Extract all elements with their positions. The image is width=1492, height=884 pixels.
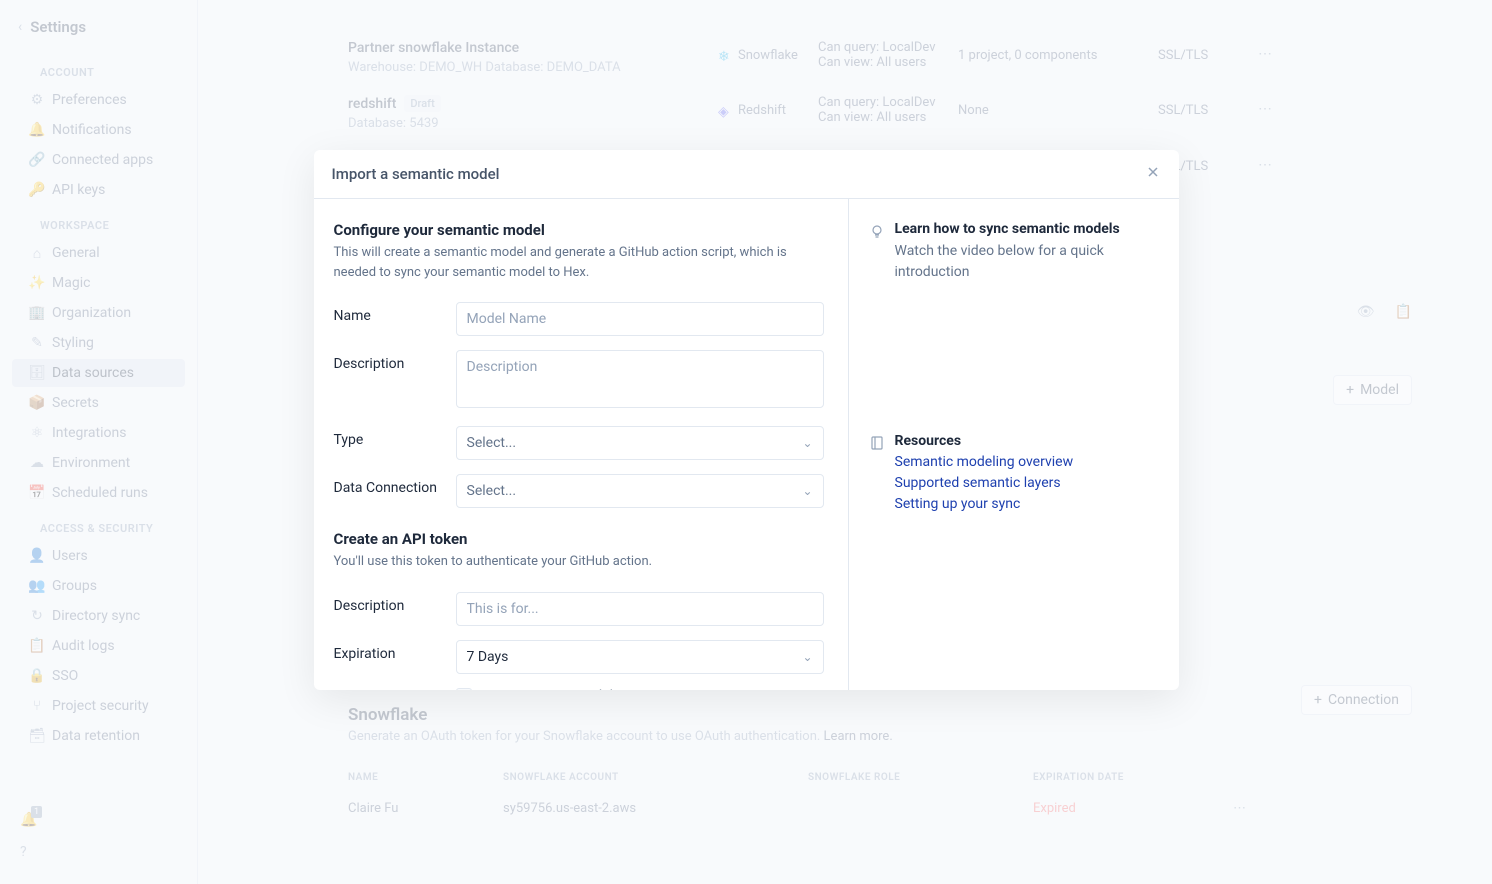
expiration-label: Expiration bbox=[334, 640, 456, 662]
name-input[interactable] bbox=[456, 302, 824, 336]
expiration-select[interactable]: 7 Days ⌄ bbox=[456, 640, 824, 674]
chevron-down-icon: ⌄ bbox=[802, 484, 812, 498]
close-icon[interactable] bbox=[1145, 164, 1161, 184]
token-description-label: Description bbox=[334, 592, 456, 614]
data-connection-label: Data Connection bbox=[334, 474, 456, 496]
api-scope-label: API Scope bbox=[334, 688, 456, 691]
configure-desc: This will create a semantic model and ge… bbox=[334, 243, 824, 282]
api-heading: Create an API token bbox=[334, 530, 824, 548]
resource-link-sync[interactable]: Setting up your sync bbox=[895, 496, 1074, 512]
resources-title: Resources bbox=[895, 433, 1074, 449]
data-connection-select[interactable]: Select... ⌄ bbox=[456, 474, 824, 508]
token-description-input[interactable] bbox=[456, 592, 824, 626]
select-value: Select... bbox=[467, 483, 517, 499]
name-label: Name bbox=[334, 302, 456, 324]
description-input[interactable] bbox=[456, 350, 824, 408]
modal-title: Import a semantic model bbox=[332, 165, 500, 183]
resource-link-layers[interactable]: Supported semantic layers bbox=[895, 475, 1074, 491]
type-select[interactable]: Select... ⌄ bbox=[456, 426, 824, 460]
api-desc: You'll use this token to authenticate yo… bbox=[334, 552, 824, 572]
modal-sidebar: Learn how to sync semantic models Watch … bbox=[849, 199, 1179, 690]
type-label: Type bbox=[334, 426, 456, 448]
modal-form: Configure your semantic model This will … bbox=[314, 199, 849, 690]
resource-link-overview[interactable]: Semantic modeling overview bbox=[895, 454, 1074, 470]
modal-overlay: Import a semantic model Configure your s… bbox=[0, 0, 1492, 884]
lightbulb-icon bbox=[869, 221, 885, 283]
chevron-down-icon: ⌄ bbox=[802, 436, 812, 450]
import-semantic-model-dialog: Import a semantic model Configure your s… bbox=[314, 150, 1179, 690]
select-value: 7 Days bbox=[467, 649, 509, 665]
scope-checkbox[interactable]: ✓ bbox=[456, 688, 472, 691]
select-value: Select... bbox=[467, 435, 517, 451]
description-label: Description bbox=[334, 350, 456, 372]
chevron-down-icon: ⌄ bbox=[802, 650, 812, 664]
scope-checkbox-label: Sync semantic models bbox=[480, 688, 621, 691]
configure-heading: Configure your semantic model bbox=[334, 221, 824, 239]
learn-title: Learn how to sync semantic models bbox=[895, 221, 1159, 237]
learn-desc: Watch the video below for a quick introd… bbox=[895, 241, 1159, 283]
book-icon bbox=[869, 433, 885, 512]
